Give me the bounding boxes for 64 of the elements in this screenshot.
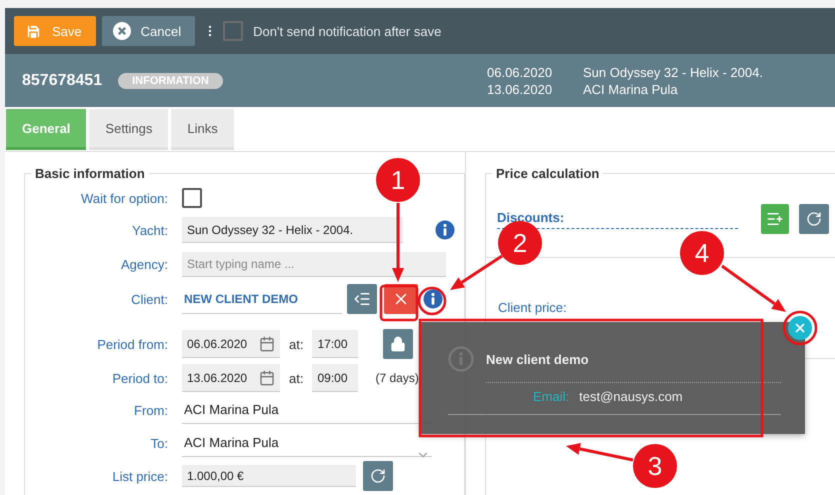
callout-number: 1: [376, 158, 420, 202]
agency-input[interactable]: Start typing name ...: [182, 252, 446, 277]
header-detail: ACI Marina Pula: [583, 82, 679, 96]
field-label: Period from:: [96, 336, 168, 352]
list-price-field[interactable]: 1.000,00 €: [182, 465, 356, 487]
field-label: From:: [133, 402, 168, 418]
refresh-button[interactable]: [363, 461, 393, 491]
header-date: 06.06.2020: [487, 64, 554, 80]
popup-title: New client demo: [486, 352, 589, 366]
booking-number: 857678451: [22, 72, 102, 90]
email-value: test@nausys.com: [579, 389, 683, 404]
client-name[interactable]: NEW CLIENT DEMO: [182, 284, 342, 314]
annotation-arrow: [566, 443, 634, 462]
info-icon: [448, 346, 474, 372]
duration-text: (7 days): [375, 371, 419, 385]
cancel-button[interactable]: Cancel: [102, 16, 196, 46]
info-icon[interactable]: [423, 289, 443, 309]
refresh-button[interactable]: [799, 204, 829, 234]
lock-button[interactable]: [383, 329, 414, 359]
at-label: at:: [289, 370, 304, 386]
time-field[interactable]: 09:00: [312, 364, 358, 392]
annotation-arrow: [450, 254, 503, 290]
info-icon[interactable]: [435, 220, 455, 240]
close-icon: [793, 321, 807, 335]
client-list-button[interactable]: [347, 284, 377, 314]
refresh-icon: [806, 211, 822, 227]
save-icon: [25, 22, 42, 40]
lock-icon: [390, 336, 406, 352]
tab[interactable]: Links: [171, 109, 234, 150]
calendar-icon[interactable]: [259, 370, 275, 386]
field-label: Period to:: [111, 370, 168, 386]
email-label: Email:: [533, 389, 570, 404]
highlight-ring: [782, 310, 818, 346]
field-label: To:: [150, 436, 168, 450]
calendar-icon[interactable]: [259, 336, 275, 352]
highlight-ring: [418, 286, 446, 316]
yacht-field[interactable]: Sun Odyssey 32 - Helix - 2004.: [182, 217, 403, 243]
list-icon: [353, 290, 371, 308]
callout-number: 4: [680, 231, 724, 275]
section-title: Price calculation: [495, 166, 600, 181]
field-label: List price:: [111, 468, 168, 484]
add-discount-button[interactable]: [761, 204, 789, 234]
header-detail: Sun Odyssey 32 - Helix - 2004.: [583, 64, 763, 80]
section-title: Basic information: [34, 166, 146, 181]
field-label: Client:: [130, 292, 168, 306]
checkbox[interactable]: [223, 21, 244, 41]
checkbox-label: Don't send notification after save: [253, 24, 442, 38]
header-date: 13.06.2020: [487, 82, 554, 96]
time-field[interactable]: 17:00: [312, 330, 358, 358]
checkbox[interactable]: [182, 188, 202, 208]
field-label: Wait for option:: [80, 190, 168, 206]
annotation-arrow: [721, 264, 786, 312]
field-label: Agency:: [120, 257, 168, 272]
callout-number: 3: [633, 444, 677, 488]
date-field[interactable]: 06.06.2020: [182, 330, 280, 358]
at-label: at:: [289, 336, 304, 352]
refresh-icon: [370, 468, 386, 484]
date-field[interactable]: 13.06.2020: [182, 364, 280, 392]
field-label: Yacht:: [131, 222, 168, 238]
cancel-icon: [112, 22, 131, 40]
client-price-label: Client price:: [497, 300, 568, 315]
list-plus-icon: [766, 210, 784, 228]
callout-number: 2: [498, 221, 542, 265]
tab[interactable]: Settings: [89, 109, 168, 150]
